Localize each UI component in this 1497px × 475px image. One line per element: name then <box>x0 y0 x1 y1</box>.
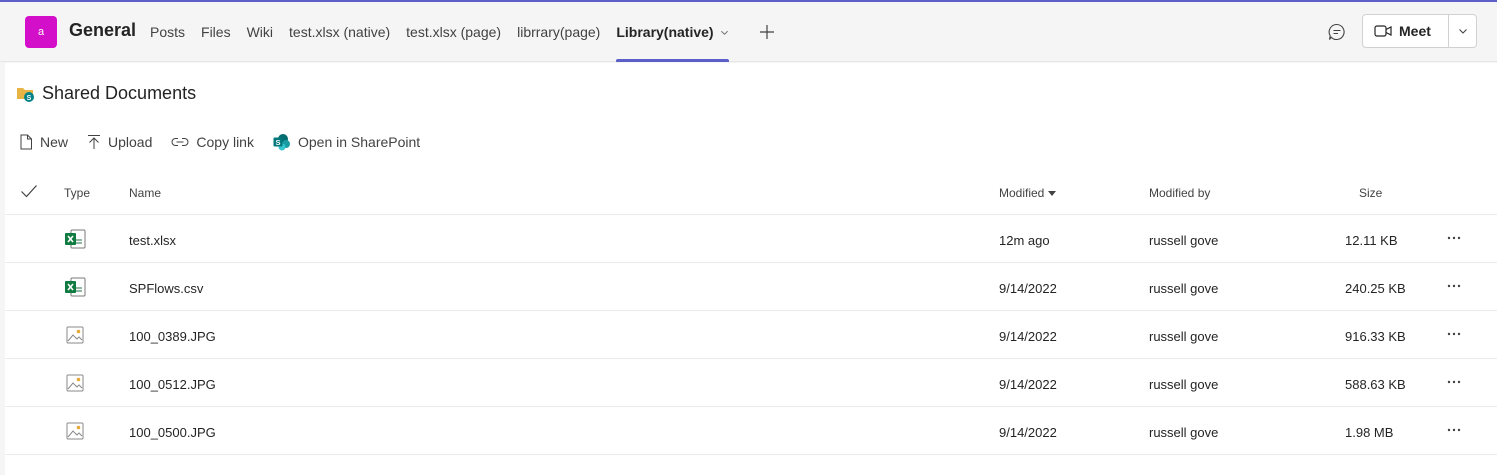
tab-label: Library(native) <box>616 24 714 40</box>
video-camera-icon <box>1374 25 1392 37</box>
tab-files[interactable]: Files <box>201 2 231 62</box>
more-options-icon[interactable] <box>1446 278 1462 294</box>
image-file-icon <box>66 374 84 392</box>
meet-label: Meet <box>1399 23 1431 39</box>
link-icon <box>171 138 189 146</box>
tab-label: test.xlsx (native) <box>289 24 391 40</box>
file-size: 1.98 MB <box>1345 425 1394 440</box>
copy-link-button[interactable]: Copy link <box>171 134 254 150</box>
column-header-modified[interactable]: Modified <box>999 186 1057 200</box>
table-row[interactable]: 100_0389.JPG 9/14/2022 russell gove 916.… <box>5 311 1497 359</box>
file-modified: 12m ago <box>999 233 1050 248</box>
tab-posts[interactable]: Posts <box>150 2 185 62</box>
svg-text:S: S <box>275 138 280 147</box>
file-modified-by: russell gove <box>1149 425 1219 440</box>
image-file-icon <box>66 422 84 440</box>
open-in-sharepoint-button[interactable]: S Open in SharePoint <box>273 133 420 151</box>
new-document-icon <box>20 134 32 150</box>
meet-button-group: Meet <box>1362 14 1477 48</box>
file-modified: 9/14/2022 <box>999 377 1057 392</box>
table-row[interactable]: SPFlows.csv 9/14/2022 russell gove 240.2… <box>5 263 1497 311</box>
file-size: 588.63 KB <box>1345 377 1406 392</box>
column-header-modified-label: Modified <box>999 186 1045 200</box>
open-in-sharepoint-label: Open in SharePoint <box>297 134 421 150</box>
upload-label: Upload <box>108 134 153 150</box>
sharepoint-folder-icon: S <box>17 87 34 102</box>
tab-test-xlsx-native[interactable]: test.xlsx (native) <box>289 2 390 62</box>
column-header-size[interactable]: Size <box>1359 186 1382 200</box>
tab-library-native[interactable]: Library(native) <box>616 2 729 62</box>
excel-file-icon <box>65 229 86 249</box>
tab-label: Posts <box>150 24 186 40</box>
team-avatar-letter: a <box>37 26 45 38</box>
document-library: S Shared Documents New Upload Copy link … <box>5 63 1497 475</box>
new-button[interactable]: New <box>19 134 68 150</box>
table-header: Type Name Modified Modified by Size <box>5 168 1497 215</box>
library-title-text: Shared Documents <box>42 83 197 103</box>
channel-tabs: Posts Files Wiki test.xlsx (native) test… <box>150 2 775 62</box>
chevron-down-icon[interactable] <box>720 28 729 37</box>
tab-test-xlsx-page[interactable]: test.xlsx (page) <box>406 2 501 62</box>
file-name[interactable]: 100_0389.JPG <box>129 329 216 344</box>
files-table: Type Name Modified Modified by Size test… <box>5 168 1497 455</box>
new-label: New <box>40 134 69 150</box>
chat-icon[interactable] <box>1327 22 1347 42</box>
meet-dropdown-button[interactable] <box>1449 15 1476 47</box>
more-options-icon[interactable] <box>1446 422 1462 438</box>
tab-librrary-page[interactable]: librrary(page) <box>517 2 600 62</box>
file-size: 240.25 KB <box>1345 281 1406 296</box>
file-name[interactable]: SPFlows.csv <box>129 281 203 296</box>
tab-label: test.xlsx (page) <box>406 24 502 40</box>
more-options-icon[interactable] <box>1446 374 1462 390</box>
channel-title: General <box>69 20 137 40</box>
file-modified-by: russell gove <box>1149 233 1219 248</box>
more-options-icon[interactable] <box>1446 230 1462 246</box>
sharepoint-icon: S <box>273 134 290 151</box>
channel-header: a General Posts Files Wiki test.xlsx (na… <box>0 2 1497 62</box>
team-avatar[interactable]: a <box>25 16 57 48</box>
file-modified: 9/14/2022 <box>999 425 1057 440</box>
table-row[interactable]: test.xlsx 12m ago russell gove 12.11 KB <box>5 215 1497 263</box>
table-row[interactable]: 100_0500.JPG 9/14/2022 russell gove 1.98… <box>5 407 1497 455</box>
file-modified: 9/14/2022 <box>999 281 1057 296</box>
chevron-down-icon <box>1458 29 1467 34</box>
upload-button[interactable]: Upload <box>87 134 152 150</box>
file-size: 12.11 KB <box>1345 233 1398 248</box>
svg-text:S: S <box>27 95 32 102</box>
sort-descending-icon <box>1048 191 1057 197</box>
file-name[interactable]: test.xlsx <box>129 233 176 248</box>
tab-wiki[interactable]: Wiki <box>247 2 273 62</box>
file-modified-by: russell gove <box>1149 329 1219 344</box>
copy-link-label: Copy link <box>196 134 254 150</box>
library-title: S Shared Documents <box>16 83 196 104</box>
command-bar: New Upload Copy link S Open in SharePoin… <box>19 131 439 153</box>
file-modified: 9/14/2022 <box>999 329 1057 344</box>
image-file-icon <box>66 326 84 344</box>
file-name[interactable]: 100_0512.JPG <box>129 377 216 392</box>
upload-icon <box>88 135 101 149</box>
plus-icon <box>759 25 774 39</box>
excel-file-icon <box>65 277 86 297</box>
select-all-checkmark-icon[interactable] <box>20 183 38 199</box>
column-header-modified-by[interactable]: Modified by <box>1149 186 1210 200</box>
file-size: 916.33 KB <box>1345 329 1406 344</box>
tab-label: Files <box>201 24 231 40</box>
add-tab-button[interactable] <box>759 2 775 62</box>
file-modified-by: russell gove <box>1149 377 1219 392</box>
table-row[interactable]: 100_0512.JPG 9/14/2022 russell gove 588.… <box>5 359 1497 407</box>
more-options-icon[interactable] <box>1446 326 1462 342</box>
tab-label: librrary(page) <box>517 24 601 40</box>
file-name[interactable]: 100_0500.JPG <box>129 425 216 440</box>
tab-label: Wiki <box>246 24 274 40</box>
meet-button[interactable]: Meet <box>1363 15 1449 47</box>
column-header-type[interactable]: Type <box>64 186 90 200</box>
file-modified-by: russell gove <box>1149 281 1219 296</box>
column-header-name[interactable]: Name <box>129 186 161 200</box>
